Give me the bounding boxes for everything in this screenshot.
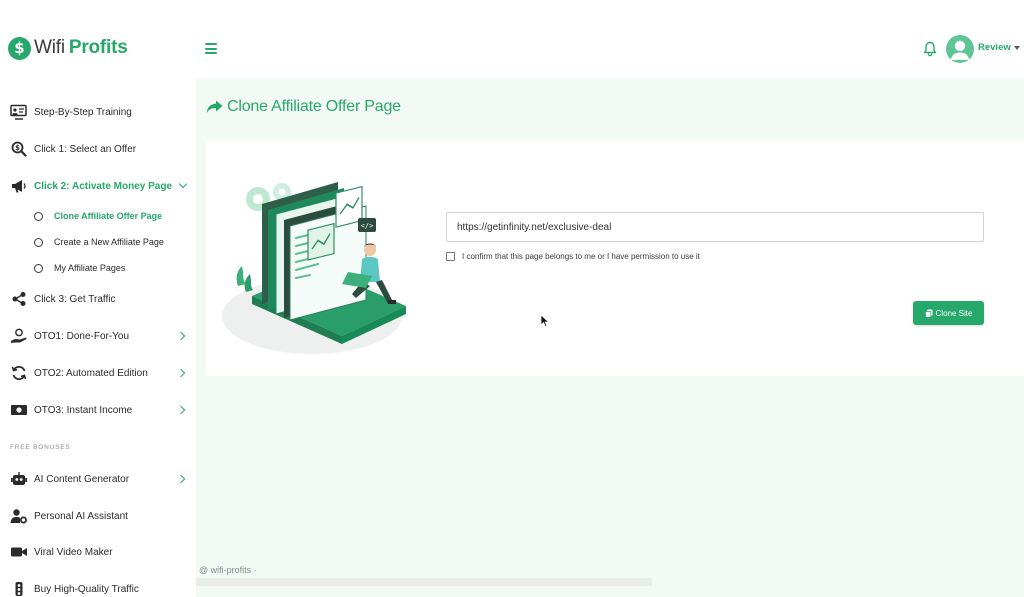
- money-bill-icon: [10, 401, 28, 419]
- search-dollar-icon: $: [10, 140, 28, 158]
- permission-label: I confirm that this page belongs to me o…: [462, 252, 700, 261]
- footer-scrollbar[interactable]: [196, 578, 652, 586]
- circle-icon: [34, 237, 43, 247]
- sidebar-item-select-offer[interactable]: $ Click 1: Select an Offer: [0, 134, 196, 164]
- permission-confirm-row: I confirm that this page belongs to me o…: [446, 252, 700, 261]
- sidebar-item-label: OTO2: Automated Edition: [34, 367, 148, 379]
- hamburger-icon[interactable]: [205, 43, 217, 54]
- bell-icon[interactable]: [923, 41, 937, 57]
- svg-text:</>: </>: [361, 222, 374, 230]
- sidebar-item-activate-money-page[interactable]: Click 2: Activate Money Page: [0, 171, 196, 201]
- logo-suffix: Profits: [68, 37, 128, 58]
- svg-text:$: $: [15, 144, 20, 152]
- chevron-right-icon: [176, 331, 186, 341]
- page-title-text: Clone Affiliate Offer Page: [227, 98, 401, 115]
- sidebar-subitem-label: Clone Affiliate Offer Page: [54, 211, 163, 221]
- logo-text: Wifi Profits: [34, 37, 128, 59]
- sidebar-item-label: Click 1: Select an Offer: [34, 143, 137, 155]
- chevron-right-icon: [176, 405, 186, 415]
- hand-coin-icon: [10, 327, 28, 345]
- clone-site-button-label: Clone Site: [935, 308, 973, 318]
- sync-icon: [10, 364, 28, 382]
- section-title-free-bonuses: FREE BONUSES: [10, 444, 71, 451]
- sidebar-item-label: OTO1: Done-For-You: [34, 330, 130, 342]
- share-icon: [10, 290, 28, 308]
- sidebar: Step-By-Step Training $ Click 1: Select …: [0, 78, 196, 597]
- sidebar-item-oto3[interactable]: OTO3: Instant Income: [0, 395, 196, 425]
- sidebar-item-get-traffic[interactable]: Click 3: Get Traffic: [0, 284, 196, 314]
- sidebar-item-label: AI Content Generator: [34, 473, 130, 485]
- monitor-training-icon: [10, 103, 28, 121]
- permission-checkbox[interactable]: [446, 252, 455, 261]
- sidebar-item-oto2[interactable]: OTO2: Automated Edition: [0, 358, 196, 388]
- avatar-icon[interactable]: [946, 35, 974, 63]
- sidebar-item-label: Click 2: Activate Money Page: [34, 180, 173, 192]
- sidebar-item-label: Viral Video Maker: [34, 546, 113, 558]
- chevron-down-icon: [178, 179, 188, 189]
- sidebar-item-oto1[interactable]: OTO1: Done-For-You: [0, 321, 196, 351]
- robot-icon: [10, 470, 28, 488]
- clone-form-card: </> I confirm that this page belongs to …: [206, 140, 1024, 376]
- sidebar-subitem-create-affiliate-page[interactable]: Create a New Affiliate Page: [0, 231, 196, 253]
- sidebar-item-label: Buy High-Quality Traffic: [34, 583, 139, 595]
- user-name: Review: [978, 42, 1011, 53]
- user-menu[interactable]: Review: [978, 42, 1020, 53]
- sidebar-subitem-label: Create a New Affiliate Page: [54, 237, 164, 247]
- sidebar-item-step-by-step-training[interactable]: Step-By-Step Training: [0, 97, 196, 127]
- sidebar-item-viral-video-maker[interactable]: Viral Video Maker: [0, 537, 196, 567]
- caret-down-icon: [1013, 45, 1020, 50]
- url-input[interactable]: [446, 212, 984, 242]
- circle-icon: [34, 211, 43, 221]
- sidebar-item-label: Click 3: Get Traffic: [34, 293, 116, 305]
- logo[interactable]: $ Wifi Profits: [8, 35, 128, 61]
- sidebar-item-ai-content-generator[interactable]: AI Content Generator: [0, 464, 196, 494]
- dollar-coin-icon: $: [8, 36, 31, 60]
- mouse-cursor-icon: [540, 314, 550, 328]
- chevron-right-icon: [176, 474, 186, 484]
- chevron-right-icon: [176, 368, 186, 378]
- app-root: $ Wifi Profits Review Step-By-Step Train…: [0, 0, 1024, 597]
- page-title: Clone Affiliate Offer Page: [206, 98, 401, 116]
- circle-icon: [34, 263, 43, 273]
- sidebar-item-label: Personal AI Assistant: [34, 510, 128, 522]
- web-developer-illustration: </>: [222, 182, 406, 354]
- user-gear-icon: [10, 507, 28, 525]
- top-header: $ Wifi Profits Review: [0, 0, 1024, 78]
- sidebar-item-personal-ai-assistant[interactable]: Personal AI Assistant: [0, 501, 196, 531]
- sidebar-item-label: OTO3: Instant Income: [34, 404, 133, 416]
- main-content: Clone Affiliate Offer Page </> https://g…: [196, 78, 1024, 597]
- footer-text: @ wifi-profits ·: [199, 565, 257, 575]
- sidebar-subitem-clone-affiliate-offer-page[interactable]: Clone Affiliate Offer Page: [0, 205, 196, 227]
- video-camera-icon: [10, 543, 28, 561]
- sidebar-item-label: Step-By-Step Training: [34, 106, 132, 118]
- clone-site-button[interactable]: Clone Site: [913, 301, 984, 325]
- sidebar-subitem-label: My Affiliate Pages: [54, 263, 126, 273]
- traffic-icon: [10, 580, 28, 597]
- megaphone-icon: [10, 177, 28, 195]
- copy-icon: [924, 309, 933, 318]
- share-arrow-icon: [206, 100, 223, 113]
- logo-prefix: Wifi: [34, 37, 65, 58]
- sidebar-item-buy-traffic[interactable]: Buy High-Quality Traffic: [0, 574, 196, 597]
- sidebar-subitem-my-affiliate-pages[interactable]: My Affiliate Pages: [0, 257, 196, 279]
